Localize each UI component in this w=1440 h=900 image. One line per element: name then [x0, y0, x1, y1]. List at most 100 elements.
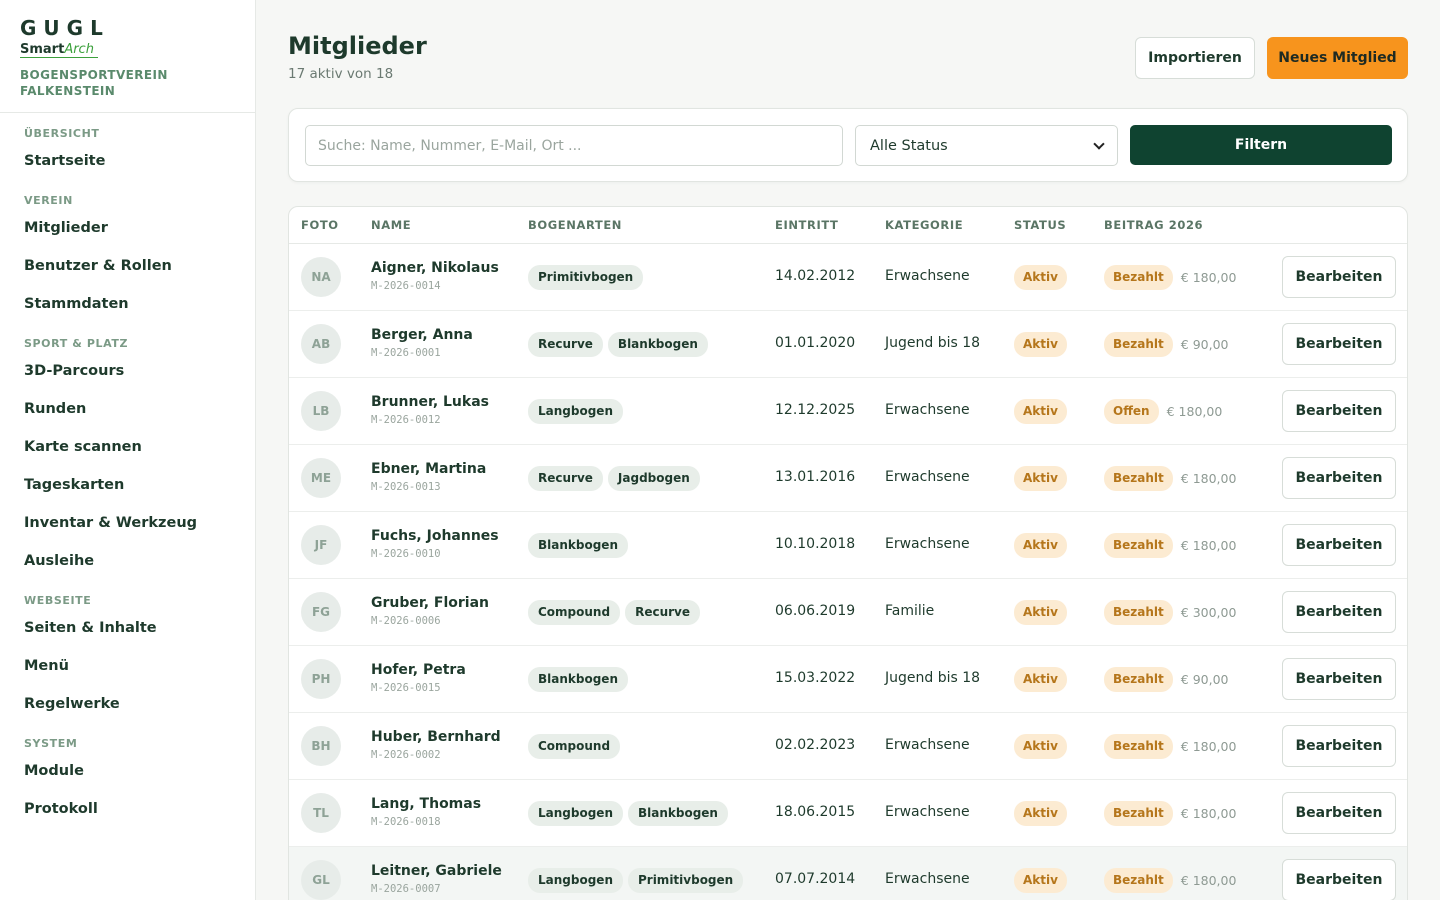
- edit-button[interactable]: Bearbeiten: [1282, 524, 1396, 566]
- status-select[interactable]: Alle Status: [855, 125, 1118, 166]
- fee-amount: € 180,00: [1166, 404, 1223, 419]
- member-number: M-2026-0010: [371, 548, 441, 560]
- fee-amount: € 180,00: [1180, 739, 1237, 754]
- sidebar-item[interactable]: 3D-Parcours: [0, 352, 255, 390]
- status-badge: Aktiv: [1014, 399, 1067, 424]
- bow-type-chip: Compound: [528, 734, 621, 759]
- status-badge: Aktiv: [1014, 667, 1067, 692]
- fee-amount: € 180,00: [1180, 270, 1237, 285]
- fee-amount: € 180,00: [1180, 471, 1237, 486]
- search-input[interactable]: [305, 125, 843, 166]
- member-name[interactable]: Gruber, Florian: [371, 595, 489, 611]
- member-number: M-2026-0001: [371, 347, 441, 359]
- member-name[interactable]: Aigner, Nikolaus: [371, 260, 499, 276]
- nav-section-title: SPORT & PLATZ: [24, 337, 129, 350]
- logo[interactable]: GUGL: [20, 18, 235, 38]
- table-row[interactable]: FG Gruber, Florian M-2026-0006 Compound Recu…: [289, 579, 1407, 646]
- import-button[interactable]: Importieren: [1135, 37, 1255, 79]
- sidebar-item[interactable]: Inventar & Werkzeug: [0, 504, 255, 542]
- edit-button[interactable]: Bearbeiten: [1282, 390, 1396, 432]
- member-category: Familie: [885, 603, 935, 619]
- member-name[interactable]: Huber, Bernhard: [371, 729, 501, 745]
- member-number: M-2026-0014: [371, 280, 441, 292]
- sidebar-item[interactable]: Stammdaten: [0, 285, 255, 323]
- join-date: 14.02.2012: [775, 268, 856, 284]
- sidebar-nav: ÜBERSICHT Startseite VEREIN Mitglieder Benut…: [0, 113, 255, 828]
- member-category: Erwachsene: [885, 469, 970, 485]
- table-row[interactable]: ME Ebner, Martina M-2026-0013 Recurve Jagdbo…: [289, 445, 1407, 512]
- sidebar-item[interactable]: Karte scannen: [0, 428, 255, 466]
- bow-type-chip: Langbogen: [528, 399, 623, 424]
- member-name[interactable]: Fuchs, Johannes: [371, 528, 499, 544]
- filter-button[interactable]: Filtern: [1130, 125, 1392, 165]
- bow-type-chip: Langbogen: [528, 868, 623, 893]
- edit-button[interactable]: Bearbeiten: [1282, 457, 1396, 499]
- join-date: 10.10.2018: [775, 536, 856, 552]
- member-name[interactable]: Ebner, Martina: [371, 461, 486, 477]
- avatar: BH: [301, 726, 341, 766]
- payment-badge: Bezahlt: [1104, 734, 1173, 759]
- edit-button[interactable]: Bearbeiten: [1282, 725, 1396, 767]
- sidebar-item[interactable]: Tageskarten: [0, 466, 255, 504]
- fee-amount: € 180,00: [1180, 806, 1237, 821]
- fee-amount: € 180,00: [1180, 538, 1237, 553]
- column-header-joined[interactable]: EINTRITT: [775, 218, 839, 232]
- member-name[interactable]: Brunner, Lukas: [371, 394, 489, 410]
- fee-amount: € 300,00: [1180, 605, 1237, 620]
- edit-button[interactable]: Bearbeiten: [1282, 591, 1396, 633]
- sidebar-item[interactable]: Module: [0, 752, 255, 790]
- avatar: TL: [301, 793, 341, 833]
- edit-button[interactable]: Bearbeiten: [1282, 859, 1396, 900]
- table-row[interactable]: AB Berger, Anna M-2026-0001 Recurve Blankbog…: [289, 311, 1407, 378]
- table-row[interactable]: PH Hofer, Petra M-2026-0015 Blankbogen 15.03…: [289, 646, 1407, 713]
- sidebar-item[interactable]: Seiten & Inhalte: [0, 609, 255, 647]
- sidebar-item[interactable]: Benutzer & Rollen: [0, 247, 255, 285]
- sidebar-item[interactable]: Runden: [0, 390, 255, 428]
- column-header-name[interactable]: NAME: [371, 218, 411, 232]
- nav-section-title: VEREIN: [24, 194, 73, 207]
- member-category: Jugend bis 18: [885, 670, 981, 686]
- fee-cell: Bezahlt € 300,00: [1104, 600, 1236, 625]
- table-row[interactable]: TL Lang, Thomas M-2026-0018 Langbogen Blankb…: [289, 780, 1407, 847]
- payment-badge: Bezahlt: [1104, 533, 1173, 558]
- member-name[interactable]: Leitner, Gabriele: [371, 863, 502, 879]
- edit-button[interactable]: Bearbeiten: [1282, 658, 1396, 700]
- payment-badge: Bezahlt: [1104, 801, 1173, 826]
- member-name[interactable]: Hofer, Petra: [371, 662, 466, 678]
- table-row[interactable]: JF Fuchs, Johannes M-2026-0010 Blankbogen 10…: [289, 512, 1407, 579]
- fee-cell: Bezahlt € 180,00: [1104, 734, 1236, 759]
- sidebar-item[interactable]: Regelwerke: [0, 685, 255, 723]
- bow-type-chip: Primitivbogen: [627, 868, 744, 893]
- payment-badge: Bezahlt: [1104, 667, 1173, 692]
- fee-cell: Bezahlt € 180,00: [1104, 533, 1236, 558]
- payment-badge: Bezahlt: [1104, 600, 1173, 625]
- bow-type-chip: Recurve: [528, 466, 603, 491]
- bow-type-chip: Langbogen: [528, 801, 623, 826]
- bow-types: Blankbogen: [528, 533, 628, 558]
- edit-button[interactable]: Bearbeiten: [1282, 323, 1396, 365]
- edit-button[interactable]: Bearbeiten: [1282, 792, 1396, 834]
- sidebar-item[interactable]: Mitglieder: [0, 209, 255, 247]
- new-member-button[interactable]: Neues Mitglied: [1267, 37, 1408, 79]
- fee-cell: Bezahlt € 180,00: [1104, 801, 1236, 826]
- table-row[interactable]: BH Huber, Bernhard M-2026-0002 Compound 02.0…: [289, 713, 1407, 780]
- member-number: M-2026-0006: [371, 615, 441, 627]
- fee-cell: Bezahlt € 90,00: [1104, 332, 1228, 357]
- bow-type-chip: Blankbogen: [528, 667, 628, 692]
- bow-types: Primitivbogen: [528, 265, 644, 290]
- members-table: FOTO NAME BOGENARTEN EINTRITT KATEGORIE …: [288, 206, 1408, 900]
- table-row[interactable]: GL Leitner, Gabriele M-2026-0007 Langbogen P…: [289, 847, 1407, 900]
- join-date: 15.03.2022: [775, 670, 856, 686]
- sidebar-item[interactable]: Ausleihe: [0, 542, 255, 580]
- status-badge: Aktiv: [1014, 466, 1067, 491]
- member-name[interactable]: Berger, Anna: [371, 327, 473, 343]
- nav-section-title: SYSTEM: [24, 737, 78, 750]
- table-row[interactable]: LB Brunner, Lukas M-2026-0012 Langbogen 12.1…: [289, 378, 1407, 445]
- sidebar-item[interactable]: Menü: [0, 647, 255, 685]
- table-row[interactable]: NA Aigner, Nikolaus M-2026-0014 Primitivbog…: [289, 244, 1407, 311]
- member-name[interactable]: Lang, Thomas: [371, 796, 481, 812]
- sidebar-item[interactable]: Protokoll: [0, 790, 255, 828]
- edit-button[interactable]: Bearbeiten: [1282, 256, 1396, 298]
- sidebar-item[interactable]: Startseite: [0, 142, 255, 180]
- table-body: NA Aigner, Nikolaus M-2026-0014 Primitivbog…: [289, 244, 1407, 900]
